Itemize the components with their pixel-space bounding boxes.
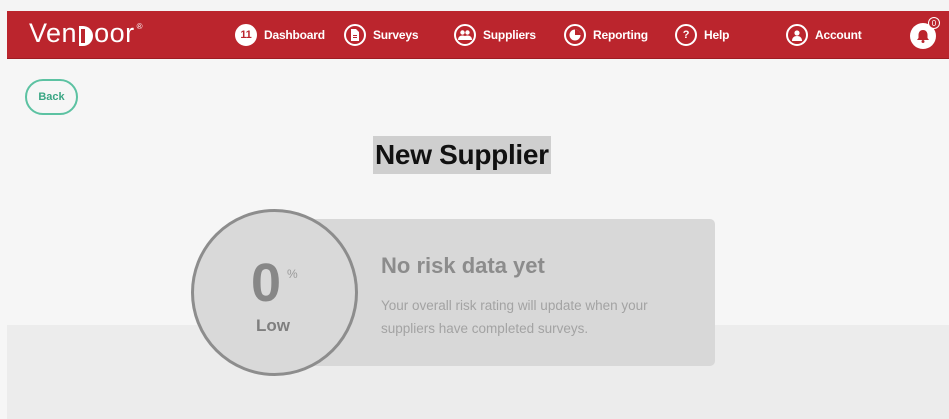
account-user-icon — [786, 24, 808, 46]
nav-item-label: Help — [704, 28, 730, 42]
percent-sign: % — [287, 267, 298, 281]
notifications-button[interactable]: 0 — [910, 17, 940, 49]
nav-item-account[interactable]: Account — [786, 23, 862, 47]
risk-rating-label: Low — [256, 316, 290, 335]
nav-item-surveys[interactable]: Surveys — [344, 23, 419, 47]
nav-item-label: Suppliers — [483, 28, 536, 42]
back-button[interactable]: Back — [25, 79, 78, 115]
registered-mark: ® — [136, 22, 143, 31]
dashboard-count-icon: 11 — [235, 24, 257, 46]
pie-chart-icon — [564, 24, 586, 46]
window-top-strip — [0, 0, 949, 11]
notification-count-badge: 0 — [928, 17, 940, 29]
risk-description: Your overall risk rating will update whe… — [381, 298, 648, 336]
nav-item-suppliers[interactable]: Suppliers — [454, 23, 536, 47]
nav-item-label: Reporting — [593, 28, 648, 42]
survey-document-icon — [344, 24, 366, 46]
question-mark-icon: ? — [675, 24, 697, 46]
brand-name-prefix: Ven — [29, 18, 78, 48]
nav-item-label: Dashboard — [264, 28, 325, 42]
brand-name-suffix: oor — [94, 18, 135, 48]
brand-logo[interactable]: Ven oor ® — [29, 18, 143, 49]
nav-item-dashboard[interactable]: 11 Dashboard — [235, 23, 325, 47]
nav-item-label: Surveys — [373, 28, 419, 42]
top-navbar: Ven oor ® 11 Dashboard Surveys Suppliers R… — [7, 11, 949, 59]
risk-heading: No risk data yet — [381, 253, 545, 278]
risk-percent-value: 0 — [251, 253, 282, 313]
nav-item-reporting[interactable]: Reporting — [564, 23, 648, 47]
nav-item-label: Account — [815, 28, 862, 42]
nav-item-help[interactable]: ? Help — [675, 23, 729, 47]
door-logo-icon — [79, 26, 94, 46]
suppliers-group-icon — [454, 24, 476, 46]
page-title: New Supplier — [373, 136, 551, 174]
